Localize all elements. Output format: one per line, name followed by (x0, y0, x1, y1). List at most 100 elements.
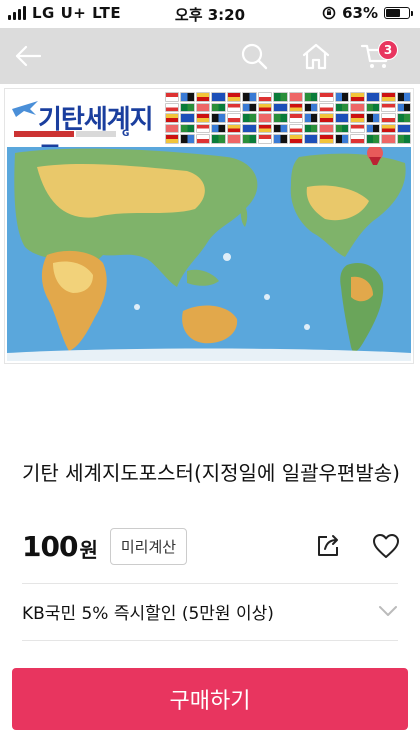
search-button[interactable] (234, 36, 274, 76)
flag (195, 134, 211, 144)
flag (303, 102, 319, 113)
flag (165, 123, 180, 134)
flag (350, 92, 365, 102)
flag (396, 123, 411, 134)
flag (211, 102, 226, 113)
flag (195, 92, 211, 102)
flag (381, 134, 396, 144)
flag (226, 134, 242, 144)
flag (319, 134, 334, 144)
product-image[interactable]: 기탄세계지도 G (0, 84, 420, 370)
flag (211, 134, 226, 144)
flag (319, 123, 334, 134)
flag (180, 123, 195, 134)
flag (303, 134, 319, 144)
flag (165, 102, 180, 113)
home-button[interactable] (296, 36, 336, 76)
back-button[interactable] (8, 36, 48, 76)
flag (226, 113, 242, 123)
orientation-lock-icon (322, 6, 336, 20)
battery-icon (384, 7, 413, 19)
heart-icon (373, 534, 399, 558)
flag (365, 134, 381, 144)
calculate-button[interactable]: 미리계산 (109, 527, 188, 565)
like-button[interactable] (370, 530, 402, 562)
flag (303, 113, 319, 123)
chevron-down-icon (379, 606, 397, 616)
share-button[interactable] (312, 530, 344, 562)
flag (334, 134, 350, 144)
flag (334, 123, 350, 134)
flag (257, 113, 273, 123)
status-bar: LG U+ LTE 오후 3:20 63% (0, 0, 420, 28)
product-title: 기탄 세계지도포스터(지정일에 일괄우편발송) (22, 461, 400, 485)
flag (211, 92, 226, 102)
flag (288, 102, 303, 113)
flag (273, 113, 288, 123)
flag (288, 113, 303, 123)
flag (257, 92, 273, 102)
flag (180, 92, 195, 102)
price-value: 100 (22, 529, 78, 563)
status-right: 63% (322, 4, 413, 22)
flag (396, 102, 411, 113)
poster-title: 기탄세계지도 G (10, 91, 165, 172)
flag (257, 123, 273, 134)
app-header: 3 (0, 28, 420, 84)
flag (319, 102, 334, 113)
home-icon (302, 43, 330, 70)
flag (242, 123, 257, 134)
buy-button-label: 구매하기 (169, 689, 251, 714)
flag (273, 92, 288, 102)
flag (211, 113, 226, 123)
map-continents (7, 147, 411, 361)
flag (350, 123, 365, 134)
flag (319, 92, 334, 102)
flag (242, 113, 257, 123)
flag (242, 92, 257, 102)
flag (180, 113, 195, 123)
flag (273, 102, 288, 113)
flag (226, 92, 242, 102)
map-poster: 기탄세계지도 G (4, 88, 414, 364)
flag (273, 123, 288, 134)
flag (180, 102, 195, 113)
search-icon (241, 43, 268, 70)
flag (350, 113, 365, 123)
divider (22, 640, 398, 641)
price-row: 100 원 미리계산 (22, 524, 188, 568)
flag (319, 113, 334, 123)
flag (226, 123, 242, 134)
buy-button[interactable]: 구매하기 (12, 668, 408, 730)
flag (303, 92, 319, 102)
flag-grid (165, 92, 411, 144)
flag (396, 92, 411, 102)
flag (242, 134, 257, 144)
flag (381, 123, 396, 134)
flag (288, 134, 303, 144)
price-unit: 원 (79, 537, 98, 562)
flag (195, 113, 211, 123)
flag (381, 113, 396, 123)
cart-button[interactable]: 3 (356, 36, 398, 76)
card-promo-row[interactable]: KB국민 5% 즉시할인 (5만원 이상) (22, 588, 398, 634)
flag (288, 92, 303, 102)
flag (381, 92, 396, 102)
flag (195, 102, 211, 113)
flag (334, 113, 350, 123)
flag (365, 92, 381, 102)
flag (396, 113, 411, 123)
battery-percent: 63% (342, 4, 378, 22)
flag (365, 102, 381, 113)
flag (288, 123, 303, 134)
card-promo-text: KB국민 5% 즉시할인 (5만원 이상) (22, 603, 274, 624)
flag (350, 134, 365, 144)
flag (211, 123, 226, 134)
flag (257, 134, 273, 144)
flag (381, 102, 396, 113)
flag (350, 102, 365, 113)
flag (365, 113, 381, 123)
flag (242, 102, 257, 113)
flag (273, 134, 288, 144)
cart-count-badge: 3 (378, 40, 398, 60)
